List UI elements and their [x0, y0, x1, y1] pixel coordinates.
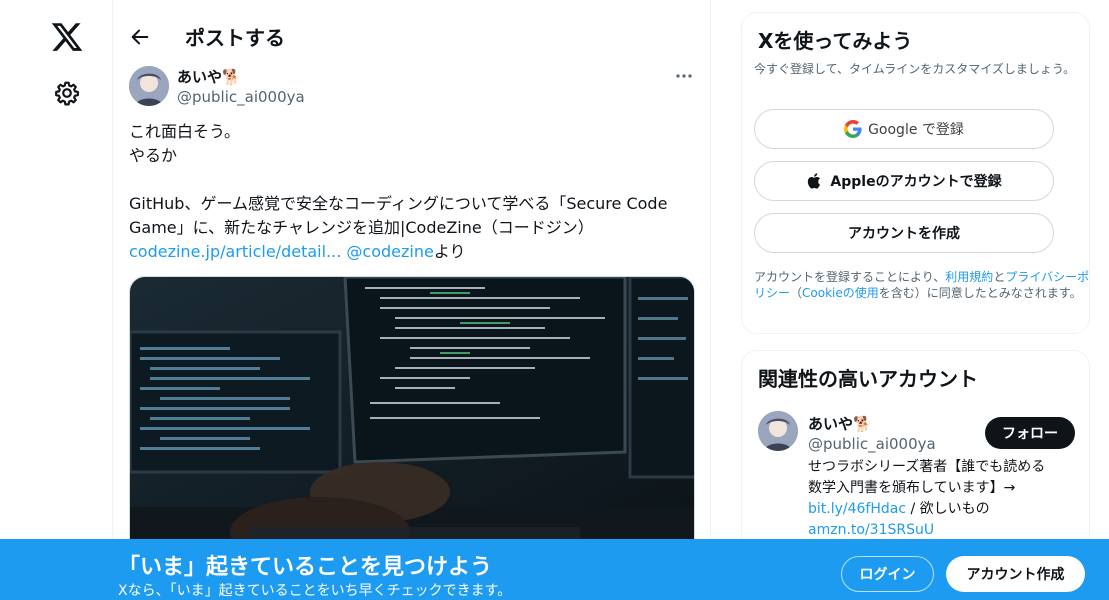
article-link[interactable]: codezine.jp/article/detail...	[129, 242, 341, 261]
google-signup-button[interactable]: Google で登録	[754, 109, 1054, 149]
banner-title: 「いま」起きていることを見つけよう	[118, 555, 493, 580]
left-nav	[0, 0, 112, 600]
signup-card-title: Xを使ってみよう	[758, 29, 913, 53]
mention-link[interactable]: @codezine	[346, 242, 433, 261]
signup-card: Xを使ってみよう 今すぐ登録して、タイムラインをカスタマイズしましょう。 Goo…	[741, 12, 1090, 334]
bio-line: amzn.to/31SRSuU	[808, 520, 1078, 541]
more-options-icon[interactable]	[674, 66, 694, 86]
google-signup-label: Google で登録	[868, 122, 964, 138]
terms-and: と	[993, 270, 1006, 284]
bio-link-bitly[interactable]: bit.ly/46fHdac	[808, 501, 906, 517]
terms-of-service-link[interactable]: 利用規約	[945, 270, 993, 284]
terms-prefix: アカウントを登録することにより、	[754, 270, 946, 284]
terms-rest: を含む）に同意したとみなされます。	[878, 286, 1082, 300]
apple-signup-label: Appleのアカウントで登録	[830, 174, 1002, 190]
author-handle[interactable]: @public_ai000ya	[177, 88, 305, 106]
related-account-avatar[interactable]	[758, 411, 798, 451]
create-account-label: アカウントを作成	[848, 226, 960, 242]
post-text-line: GitHub、ゲーム感覚で安全なコーディングについて学べる「Secure Cod…	[129, 194, 668, 213]
gear-icon[interactable]	[54, 80, 80, 106]
author-name[interactable]: あいや🐕	[177, 66, 241, 87]
page-title: ポストする	[185, 26, 285, 50]
post-text-line: Game」に、新たなチャレンジを追加|CodeZine（コードジン）	[129, 218, 594, 237]
bio-link-amzn[interactable]: amzn.to/31SRSuU	[808, 522, 934, 538]
related-account-bio: せつラボシリーズ著者【誰でも読める 数学入門書を頒布しています】→ bit.ly…	[808, 457, 1078, 541]
related-card-title: 関連性の高いアカウント	[758, 367, 978, 391]
google-icon	[844, 120, 862, 138]
cookie-use-link[interactable]: Cookieの使用	[802, 286, 879, 300]
signup-card-subtitle: 今すぐ登録して、タイムラインをカスタマイズしましょう。	[754, 62, 1076, 76]
bio-line: せつラボシリーズ著者【誰でも読める	[808, 459, 1046, 475]
x-logo-icon[interactable]	[50, 20, 84, 54]
post-image[interactable]	[129, 276, 695, 576]
apple-icon	[808, 173, 821, 189]
bio-line: 数学入門書を頒布しています】→	[808, 480, 1016, 496]
banner-subtitle: Xなら、「いま」起きていることをいち早くチェックできます。	[118, 583, 512, 599]
back-arrow-icon[interactable]	[129, 26, 151, 48]
post-suffix: より	[433, 242, 466, 261]
bottom-signup-banner: 「いま」起きていることを見つけよう Xなら、「いま」起きていることをいち早くチェ…	[0, 539, 1109, 600]
post-text: これ面白そう。 やるか GitHub、ゲーム感覚で安全なコーディングについて学べ…	[129, 120, 697, 264]
terms-open: （	[790, 286, 803, 300]
bio-line: bit.ly/46fHdac / 欲しいもの	[808, 499, 1078, 520]
post-link-line: codezine.jp/article/detail... @codezineよ…	[129, 240, 697, 264]
post-text-line: やるか	[129, 146, 178, 165]
related-account-handle[interactable]: @public_ai000ya	[808, 435, 936, 453]
author-avatar[interactable]	[129, 66, 169, 106]
follow-button[interactable]: フォロー	[985, 417, 1075, 449]
signup-button[interactable]: アカウント作成	[946, 556, 1085, 592]
main-column: ポストする あいや🐕 @public_ai000ya これ面白そう。 やるか G…	[112, 0, 711, 600]
bio-mid-text: / 欲しいもの	[906, 501, 990, 517]
post-text-line: これ面白そう。	[129, 122, 241, 141]
terms-text: アカウントを登録することにより、利用規約とプライバシーポリシー（Cookieの使…	[754, 269, 1090, 301]
create-account-button[interactable]: アカウントを作成	[754, 213, 1054, 253]
apple-signup-button[interactable]: Appleのアカウントで登録	[754, 161, 1054, 201]
related-account-name[interactable]: あいや🐕	[808, 413, 872, 434]
post-text-line	[129, 168, 697, 192]
login-button[interactable]: ログイン	[841, 556, 934, 592]
